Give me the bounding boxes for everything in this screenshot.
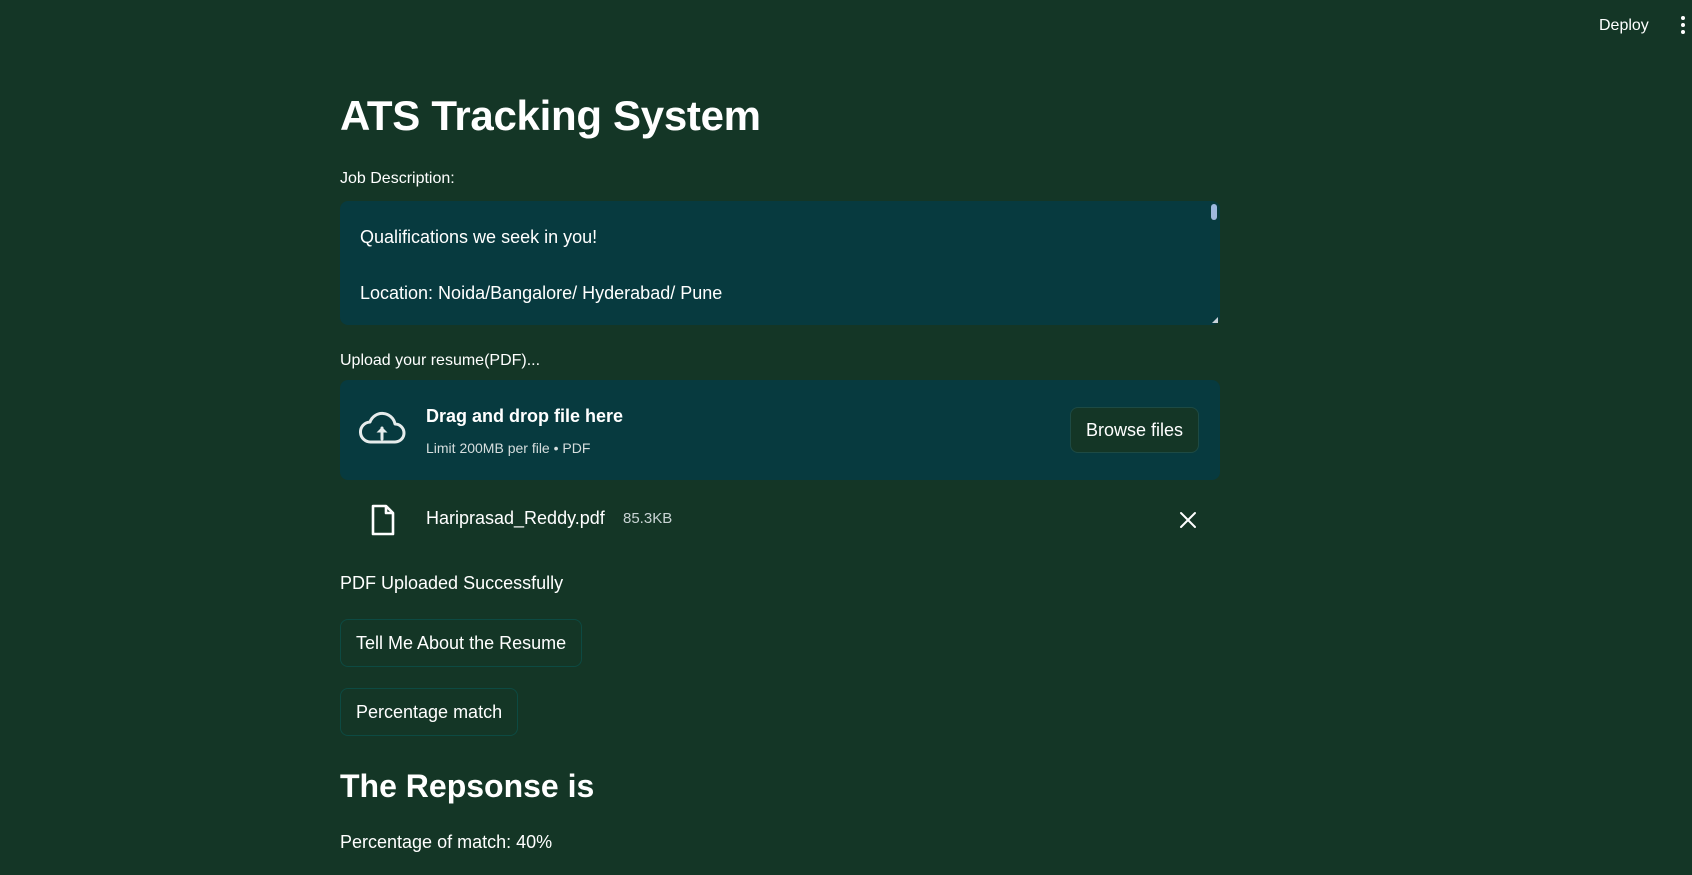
page-title: ATS Tracking System <box>340 92 761 139</box>
cloud-upload-icon <box>359 411 406 444</box>
textarea-scrollbar[interactable] <box>1211 204 1217 220</box>
job-description-line: Qualifications we seek in you! <box>360 227 598 247</box>
response-heading: The Repsonse is <box>340 768 595 804</box>
dropzone-limit-text: Limit 200MB per file • PDF <box>426 440 591 456</box>
dropzone-title: Drag and drop file here <box>426 406 624 426</box>
job-description-textarea[interactable]: Qualifications we seek in you! Location:… <box>340 201 1220 325</box>
more-vertical-icon[interactable] <box>1680 16 1686 38</box>
tell-me-about-resume-button[interactable]: Tell Me About the Resume <box>340 619 583 667</box>
browse-files-button[interactable]: Browse files <box>1069 407 1199 453</box>
file-icon <box>371 504 395 536</box>
uploaded-file-row: Hariprasad_Reddy.pdf 85.3KB <box>340 500 1220 540</box>
upload-success-message: PDF Uploaded Successfully <box>340 573 564 593</box>
percentage-match-button[interactable]: Percentage match <box>340 688 519 736</box>
deploy-button[interactable]: Deploy <box>1599 17 1649 35</box>
job-description-line: Location: Noida/Bangalore/ Hyderabad/ Pu… <box>360 283 723 303</box>
job-description-label: Job Description: <box>340 170 455 187</box>
upload-label: Upload your resume(PDF)... <box>340 352 541 369</box>
response-text: Percentage of match: 40% <box>340 832 553 852</box>
uploaded-file-size: 85.3KB <box>623 510 673 527</box>
uploaded-file-name: Hariprasad_Reddy.pdf <box>426 508 605 528</box>
resize-handle[interactable] <box>1212 317 1218 323</box>
close-icon[interactable] <box>1177 509 1199 531</box>
top-bar: Deploy <box>0 0 1692 56</box>
file-dropzone[interactable]: Drag and drop file here Limit 200MB per … <box>340 380 1220 480</box>
